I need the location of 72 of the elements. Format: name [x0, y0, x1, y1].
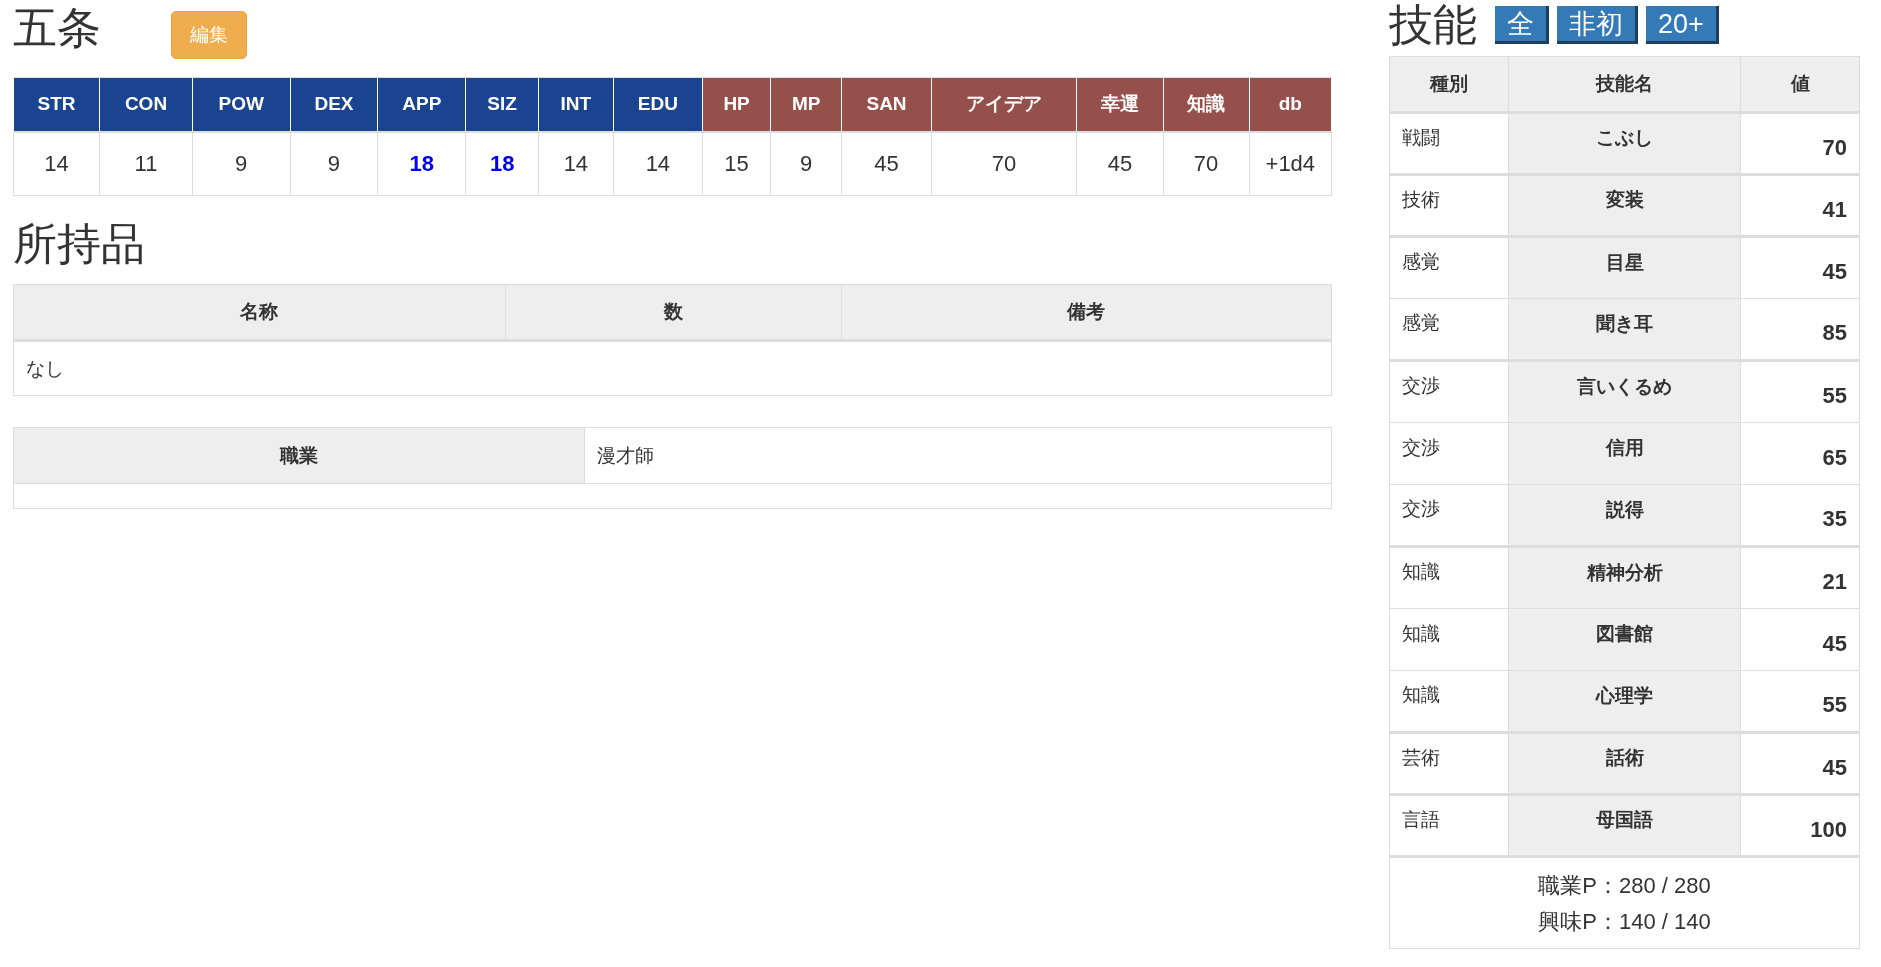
skill-value: 65 [1740, 422, 1860, 485]
stat-header: SIZ [465, 77, 539, 132]
stat-value: 9 [192, 131, 291, 196]
stat-value: 9 [770, 131, 842, 196]
stat-header: INT [538, 77, 614, 132]
column-header: 備考 [841, 284, 1332, 341]
skill-value: 21 [1740, 546, 1860, 609]
skill-name: 心理学 [1508, 670, 1741, 733]
skill-value: 100 [1740, 794, 1860, 857]
skill-category: 知識 [1389, 608, 1509, 671]
section-title: 技能 [1389, 0, 1477, 51]
skill-name: 聞き耳 [1508, 298, 1741, 361]
stat-header: 知識 [1163, 77, 1250, 132]
skill-value: 41 [1740, 174, 1860, 237]
stat-header: APP [377, 77, 466, 132]
stat-value: 45 [1076, 131, 1163, 196]
stat-value: 70 [1163, 131, 1250, 196]
column-header: 技能名 [1508, 56, 1741, 113]
points-summary: 職業P：280 / 280 [1537, 872, 1712, 900]
character-name: 五条 [13, 2, 101, 54]
filter-button[interactable]: 20+ [1646, 6, 1719, 44]
stat-header: EDU [613, 77, 703, 132]
stat-header: DEX [290, 77, 378, 132]
filter-button[interactable]: 全 [1495, 6, 1549, 44]
column-header: 値 [1740, 56, 1860, 113]
stat-header: CON [99, 77, 193, 132]
skill-name: 言いくるめ [1508, 360, 1741, 423]
column-header: 数 [505, 284, 842, 341]
stat-value: 18 [465, 131, 539, 196]
skill-name: 説得 [1508, 484, 1741, 547]
stat-header: MP [770, 77, 842, 132]
stat-value: 14 [13, 131, 100, 196]
skill-category: 交渉 [1389, 422, 1509, 485]
stat-value: 14 [538, 131, 614, 196]
stat-value: 45 [841, 131, 932, 196]
skill-category: 感覚 [1389, 298, 1509, 361]
skill-name: 信用 [1508, 422, 1741, 485]
stat-value: 70 [931, 131, 1077, 196]
skill-value: 45 [1740, 608, 1860, 671]
stat-header: HP [702, 77, 771, 132]
stat-header: db [1249, 77, 1332, 132]
column-header: 種別 [1389, 56, 1509, 113]
skill-category: 交渉 [1389, 484, 1509, 547]
skill-name: 精神分析 [1508, 546, 1741, 609]
stat-value: 9 [290, 131, 378, 196]
empty-message: なし [13, 340, 1332, 396]
stat-header: POW [192, 77, 291, 132]
skill-value: 45 [1740, 236, 1860, 299]
stat-header: STR [13, 77, 100, 132]
skill-value: 55 [1740, 360, 1860, 423]
skill-name: 目星 [1508, 236, 1741, 299]
stat-value: 15 [702, 131, 771, 196]
occupation-label: 職業 [13, 427, 585, 484]
stat-header: 幸運 [1076, 77, 1163, 132]
points-summary: 興味P：140 / 140 [1537, 908, 1712, 936]
skill-name: 変装 [1508, 174, 1741, 237]
occupation-value: 漫才師 [584, 427, 1332, 484]
column-header: 名称 [13, 284, 506, 341]
skill-name: 図書館 [1508, 608, 1741, 671]
stat-header: SAN [841, 77, 932, 132]
stat-value: 18 [377, 131, 466, 196]
stat-header: アイデア [931, 77, 1077, 132]
stat-value: 11 [99, 131, 193, 196]
skill-value: 45 [1740, 732, 1860, 795]
skill-name: 話術 [1508, 732, 1741, 795]
skill-name: 母国語 [1508, 794, 1741, 857]
stat-value: +1d4 [1249, 131, 1332, 196]
skill-name: こぶし [1508, 112, 1741, 175]
stat-value: 14 [613, 131, 703, 196]
filter-button[interactable]: 非初 [1557, 6, 1638, 44]
skill-category: 知識 [1389, 670, 1509, 733]
section-title: 所持品 [13, 218, 146, 270]
